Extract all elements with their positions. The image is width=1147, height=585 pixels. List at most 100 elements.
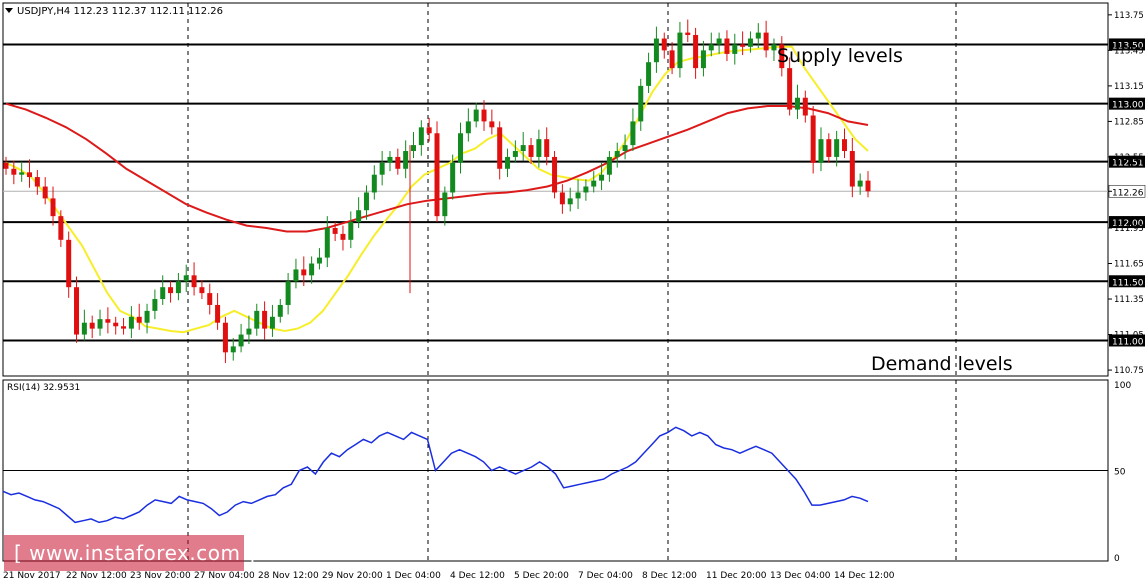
candle-body [152,299,158,311]
candle-body [740,44,746,47]
time-axis-label: 5 Dec 20:00 [514,571,569,581]
candle-body [238,334,244,347]
candle-body [410,145,416,152]
candle-body [434,133,440,217]
candle-body [442,192,448,217]
candle-body [787,68,793,110]
time-axis-label: 28 Nov 12:00 [258,571,319,581]
candle-body [11,168,17,175]
chart-canvas: 113.50113.00112.51112.00111.50111.00112.… [2,2,1146,581]
symbol-header: USDJPY,H4 112.23 112.37 112.11 112.26 [17,6,223,17]
candle-body [606,156,612,175]
time-axis-label: 22 Nov 12:00 [66,571,127,581]
candle-body [552,156,558,193]
time-axis: 21 Nov 2017 22 Nov 12:00 23 Nov 20:00 27 No… [3,571,895,581]
candle-body [262,310,268,329]
price-tick-label: 110.75 [1114,366,1144,376]
candle-body [559,192,565,205]
candle-body [269,316,275,329]
candle-body [340,233,346,240]
candle-body [81,322,87,335]
candle-body [74,287,80,335]
candle-body [395,156,401,169]
time-axis-label: 13 Dec 04:00 [770,571,831,581]
candle-body [207,293,213,305]
time-axis-label: 14 Dec 12:00 [834,571,895,581]
candle-body [732,44,738,54]
candle-body [50,198,56,217]
candle-body [246,328,252,335]
level-label: 113.00 [1112,101,1144,111]
candle-body [849,151,855,187]
candle-body [567,198,573,205]
candle-body [27,172,33,178]
candle-body [42,186,48,199]
candle-body [348,222,354,240]
candle-body [661,38,667,51]
candle-body [544,139,550,157]
candle-body [175,281,181,294]
candle-body [230,346,236,353]
candle-body [700,50,706,69]
candle-body [136,316,142,323]
price-tick-label: 111.05 [1114,331,1144,341]
candle-body [301,269,307,276]
time-axis-label: 29 Nov 20:00 [322,571,383,581]
candle-body [3,162,9,169]
rsi-tick-label: 100 [1114,381,1131,391]
candle-body [128,316,134,329]
supply-levels-annotation: Supply levels [777,45,903,67]
rsi-tick-label: 0 [1114,554,1120,564]
candle-body [724,38,730,54]
candle-body [309,263,315,276]
candle-body [536,139,542,157]
candle-body [66,239,72,288]
candle-body [160,287,166,300]
candle-body [254,310,260,329]
candle-body [121,326,127,329]
candle-body [826,139,832,157]
candle-body [379,162,385,175]
price-tick-label: 112.85 [1114,117,1144,127]
candle-body [285,281,291,305]
candle-body [653,38,659,63]
candle-body [324,227,330,258]
price-tick-label: 113.45 [1114,46,1144,56]
candle-body [505,156,511,169]
candle-body [97,319,103,329]
candle-body [818,139,824,163]
candle-body [685,32,691,35]
time-axis-label: 21 Nov 2017 [3,571,61,581]
candle-body [599,174,605,181]
candle-body [747,38,753,47]
price-tick-label: 113.15 [1114,82,1144,92]
price-tick-label: 111.65 [1114,260,1144,270]
candle-body [481,109,487,122]
time-axis-label: 11 Dec 20:00 [706,571,767,581]
candle-body [293,269,299,282]
candle-body [418,127,424,146]
candle-body [638,85,644,122]
time-axis-label: 23 Nov 20:00 [130,571,191,581]
candle-body [763,32,769,51]
candle-body [356,210,362,223]
price-tick-label: 111.95 [1114,224,1144,234]
candle-body [191,275,197,288]
candle-body [332,227,338,234]
candle-body [630,121,636,146]
price-tick-label: 111.35 [1114,295,1144,305]
candle-body [215,304,221,323]
candle-body [583,186,589,193]
candle-body [199,287,205,294]
candle-body [693,34,699,69]
candle-body [58,216,64,240]
candle-body [708,44,714,51]
candle-body [716,38,722,45]
candle-body [34,177,40,187]
candle-body [591,180,597,187]
candle-body [277,304,283,317]
candle-body [183,275,189,282]
price-tick-label: 113.75 [1114,11,1144,21]
candle-body [403,151,409,169]
candle-body [426,127,432,134]
